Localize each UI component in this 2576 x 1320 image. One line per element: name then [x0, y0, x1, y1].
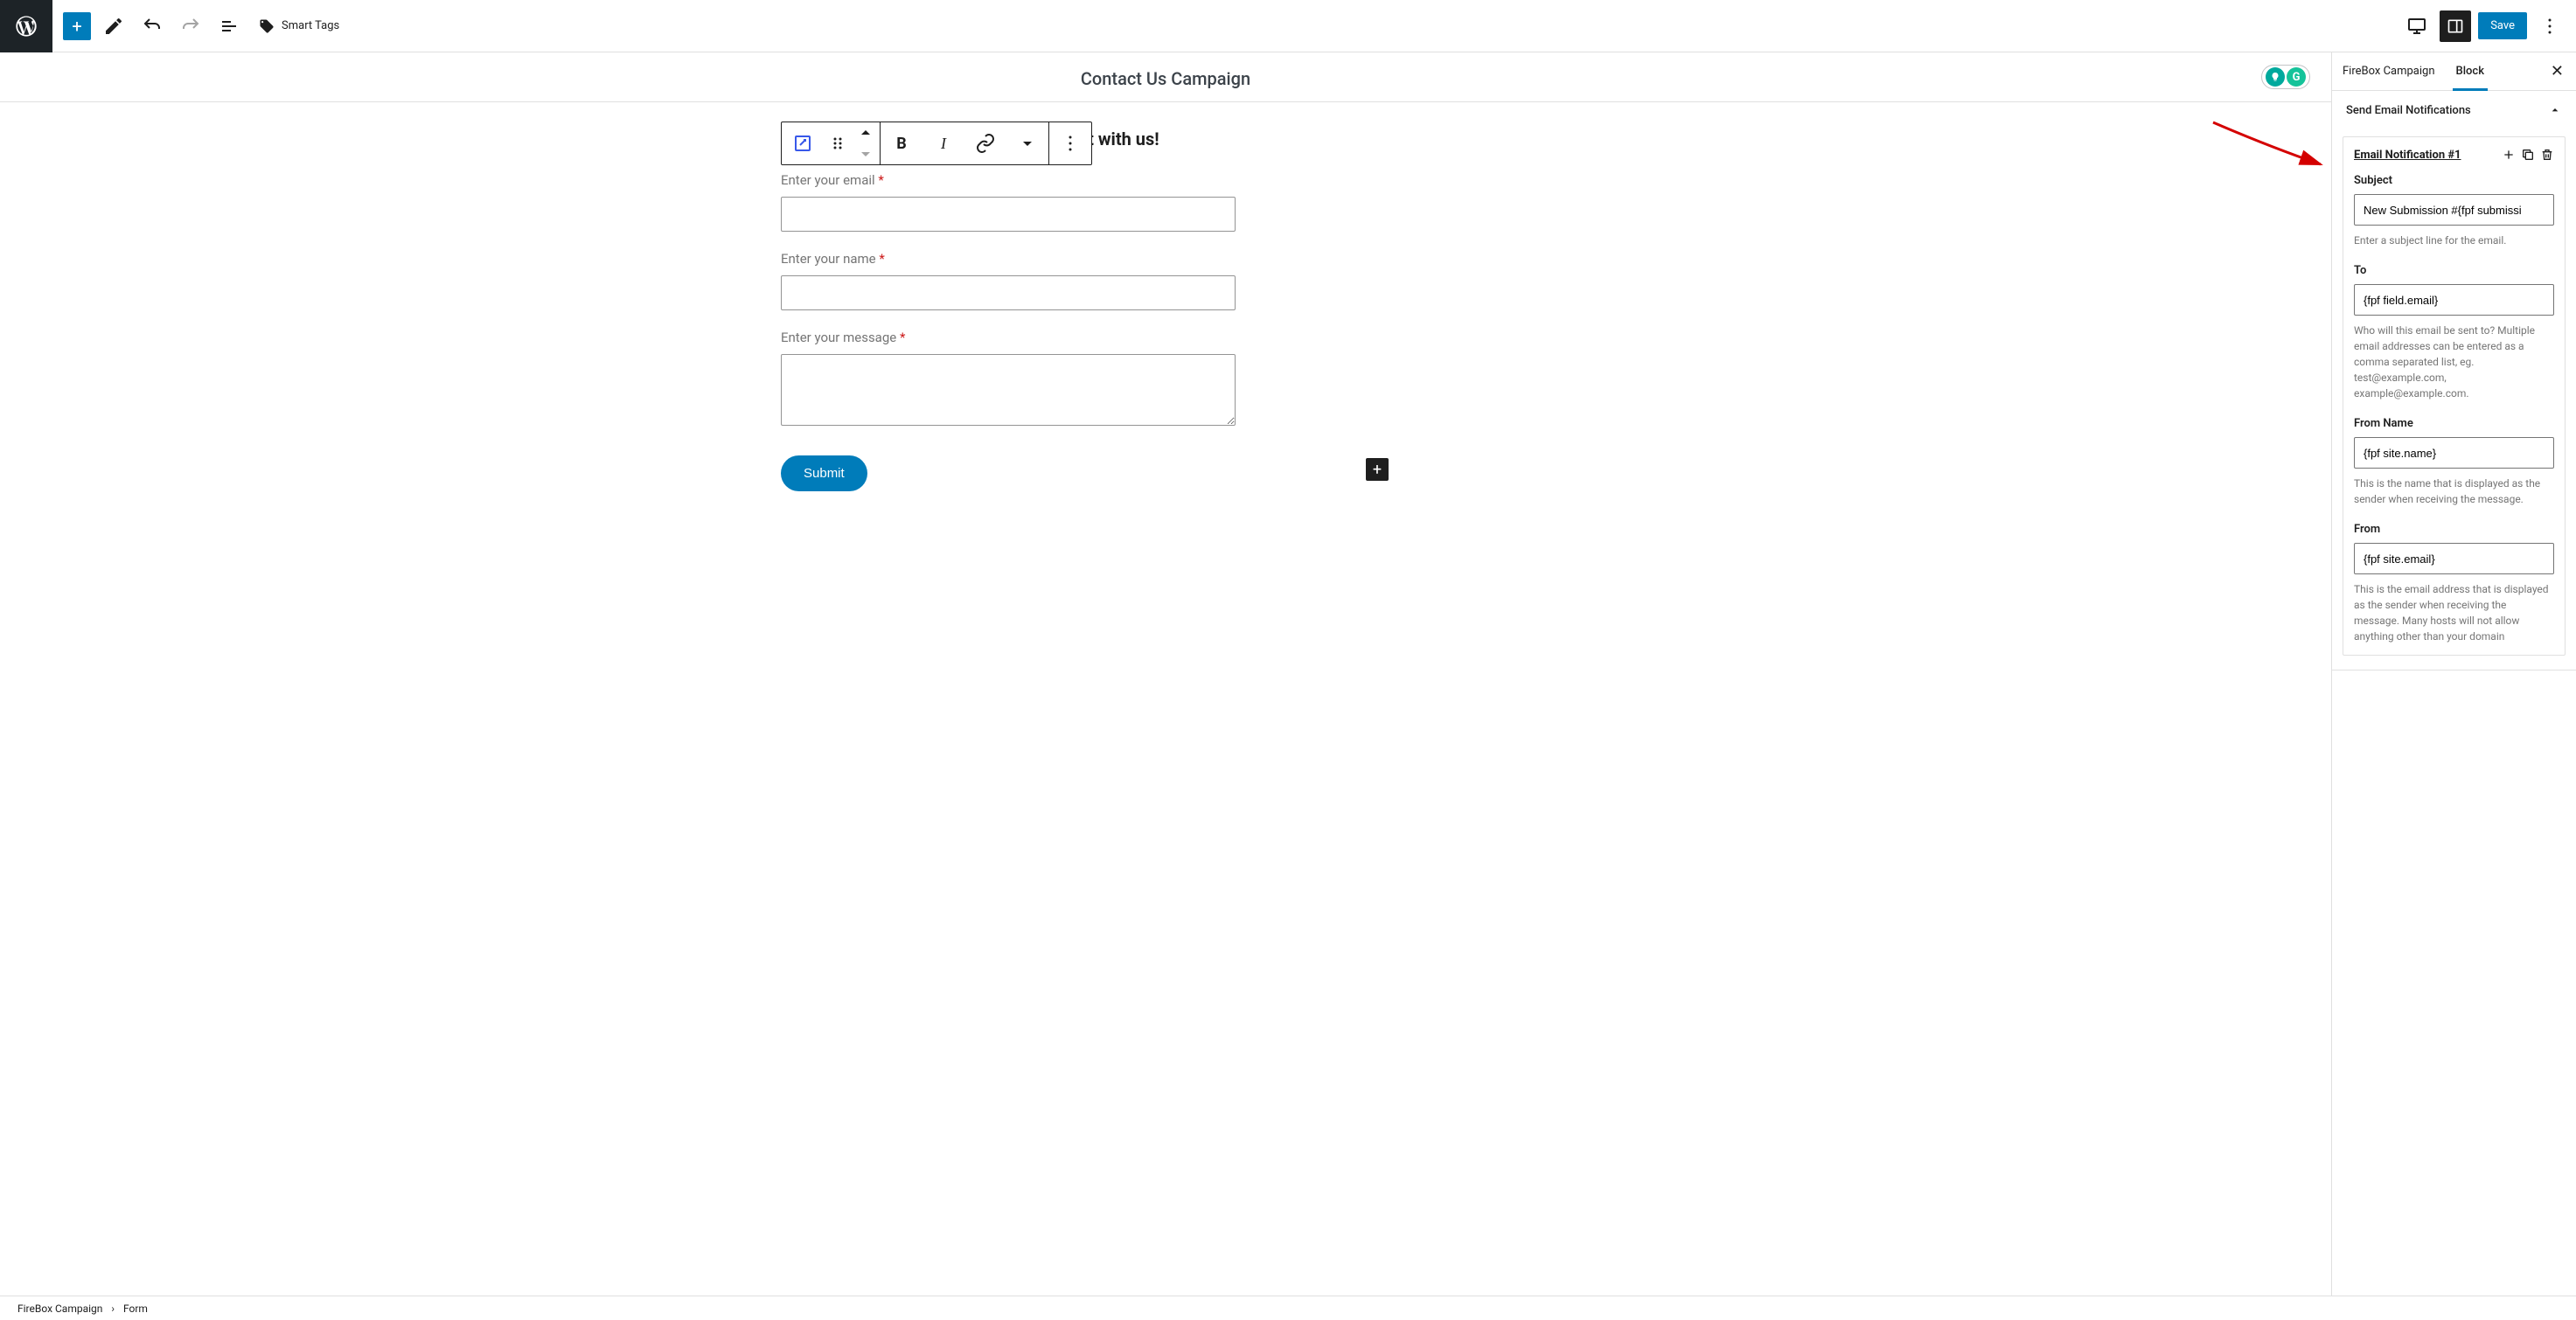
- add-block-inline-button[interactable]: +: [1366, 458, 1389, 481]
- bold-button[interactable]: B: [881, 122, 922, 164]
- required-indicator: *: [900, 330, 905, 345]
- required-indicator: *: [879, 251, 884, 267]
- drag-handle-icon[interactable]: [824, 122, 852, 164]
- subject-input[interactable]: [2354, 194, 2554, 226]
- email-input[interactable]: [781, 197, 1236, 232]
- to-label: To: [2354, 264, 2554, 277]
- block-toolbar: B I: [781, 122, 1092, 165]
- document-title[interactable]: Contact Us Campaign: [0, 68, 2331, 89]
- from-help: This is the email address that is displa…: [2354, 581, 2554, 644]
- more-format-icon[interactable]: [1006, 122, 1048, 164]
- block-options-icon[interactable]: [1049, 122, 1091, 164]
- from-name-label: From Name: [2354, 417, 2554, 430]
- notification-title[interactable]: Email Notification #1: [2354, 149, 2461, 162]
- breadcrumb-root[interactable]: FireBox Campaign: [17, 1303, 102, 1315]
- add-block-button[interactable]: +: [63, 12, 91, 40]
- subject-help: Enter a subject line for the email.: [2354, 233, 2554, 248]
- save-button[interactable]: Save: [2478, 12, 2527, 39]
- to-help: Who will this email be sent to? Multiple…: [2354, 323, 2554, 401]
- form-field-email: Enter your email *: [781, 172, 1393, 232]
- tab-firebox-campaign[interactable]: FireBox Campaign: [2332, 52, 2446, 90]
- grammarly-icon[interactable]: G: [2287, 67, 2306, 87]
- extension-badges: G: [2261, 65, 2310, 89]
- email-notification-card: Email Notification #1 Subject Enter a su…: [2343, 136, 2566, 656]
- from-input[interactable]: [2354, 543, 2554, 574]
- delete-icon[interactable]: [2540, 148, 2554, 162]
- breadcrumb: FireBox Campaign › Form: [0, 1296, 2576, 1320]
- settings-sidebar: FireBox Campaign Block ✕ Send Email Noti…: [2331, 52, 2576, 1296]
- name-input[interactable]: [781, 275, 1236, 310]
- chevron-up-icon[interactable]: [855, 122, 876, 143]
- top-toolbar: + Smart Tags Save: [0, 0, 2576, 52]
- from-name-help: This is the name that is displayed as th…: [2354, 476, 2554, 507]
- message-input[interactable]: [781, 354, 1236, 426]
- duplicate-icon[interactable]: [2521, 148, 2535, 162]
- smart-tags-button[interactable]: Smart Tags: [252, 18, 346, 34]
- form-field-name: Enter your name *: [781, 251, 1393, 310]
- sidebar-toggle-button[interactable]: [2440, 10, 2471, 42]
- to-input[interactable]: [2354, 284, 2554, 316]
- wordpress-logo[interactable]: [0, 0, 52, 52]
- add-notification-icon[interactable]: [2502, 148, 2516, 162]
- subject-label: Subject: [2354, 174, 2554, 187]
- more-options-icon[interactable]: [2534, 10, 2566, 42]
- close-sidebar-icon[interactable]: ✕: [2538, 62, 2576, 80]
- chevron-right-icon: ›: [111, 1303, 115, 1315]
- undo-icon[interactable]: [136, 10, 168, 42]
- outline-icon[interactable]: [213, 10, 245, 42]
- editor-canvas: Contact Us Campaign G: [0, 52, 2331, 1296]
- chevron-down-icon[interactable]: [855, 143, 876, 164]
- italic-button[interactable]: I: [922, 122, 964, 164]
- move-arrows[interactable]: [852, 122, 880, 164]
- submit-button[interactable]: Submit: [781, 455, 867, 491]
- form-field-message: Enter your message *: [781, 330, 1393, 429]
- from-label: From: [2354, 523, 2554, 536]
- chevron-up-icon: [2548, 103, 2562, 117]
- edit-tool-icon[interactable]: [98, 10, 129, 42]
- link-button[interactable]: [964, 122, 1006, 164]
- required-indicator: *: [878, 172, 883, 188]
- block-type-icon[interactable]: [782, 122, 824, 164]
- redo-icon[interactable]: [175, 10, 206, 42]
- tag-icon: [259, 18, 275, 34]
- device-preview-icon[interactable]: [2401, 10, 2433, 42]
- section-send-email[interactable]: Send Email Notifications: [2332, 91, 2576, 129]
- smart-tags-label: Smart Tags: [282, 19, 339, 32]
- extension-badge-1[interactable]: [2266, 67, 2285, 87]
- annotation-arrow: [2209, 112, 2331, 173]
- breadcrumb-child[interactable]: Form: [123, 1303, 148, 1315]
- tab-block[interactable]: Block: [2446, 52, 2495, 90]
- from-name-input[interactable]: [2354, 437, 2554, 469]
